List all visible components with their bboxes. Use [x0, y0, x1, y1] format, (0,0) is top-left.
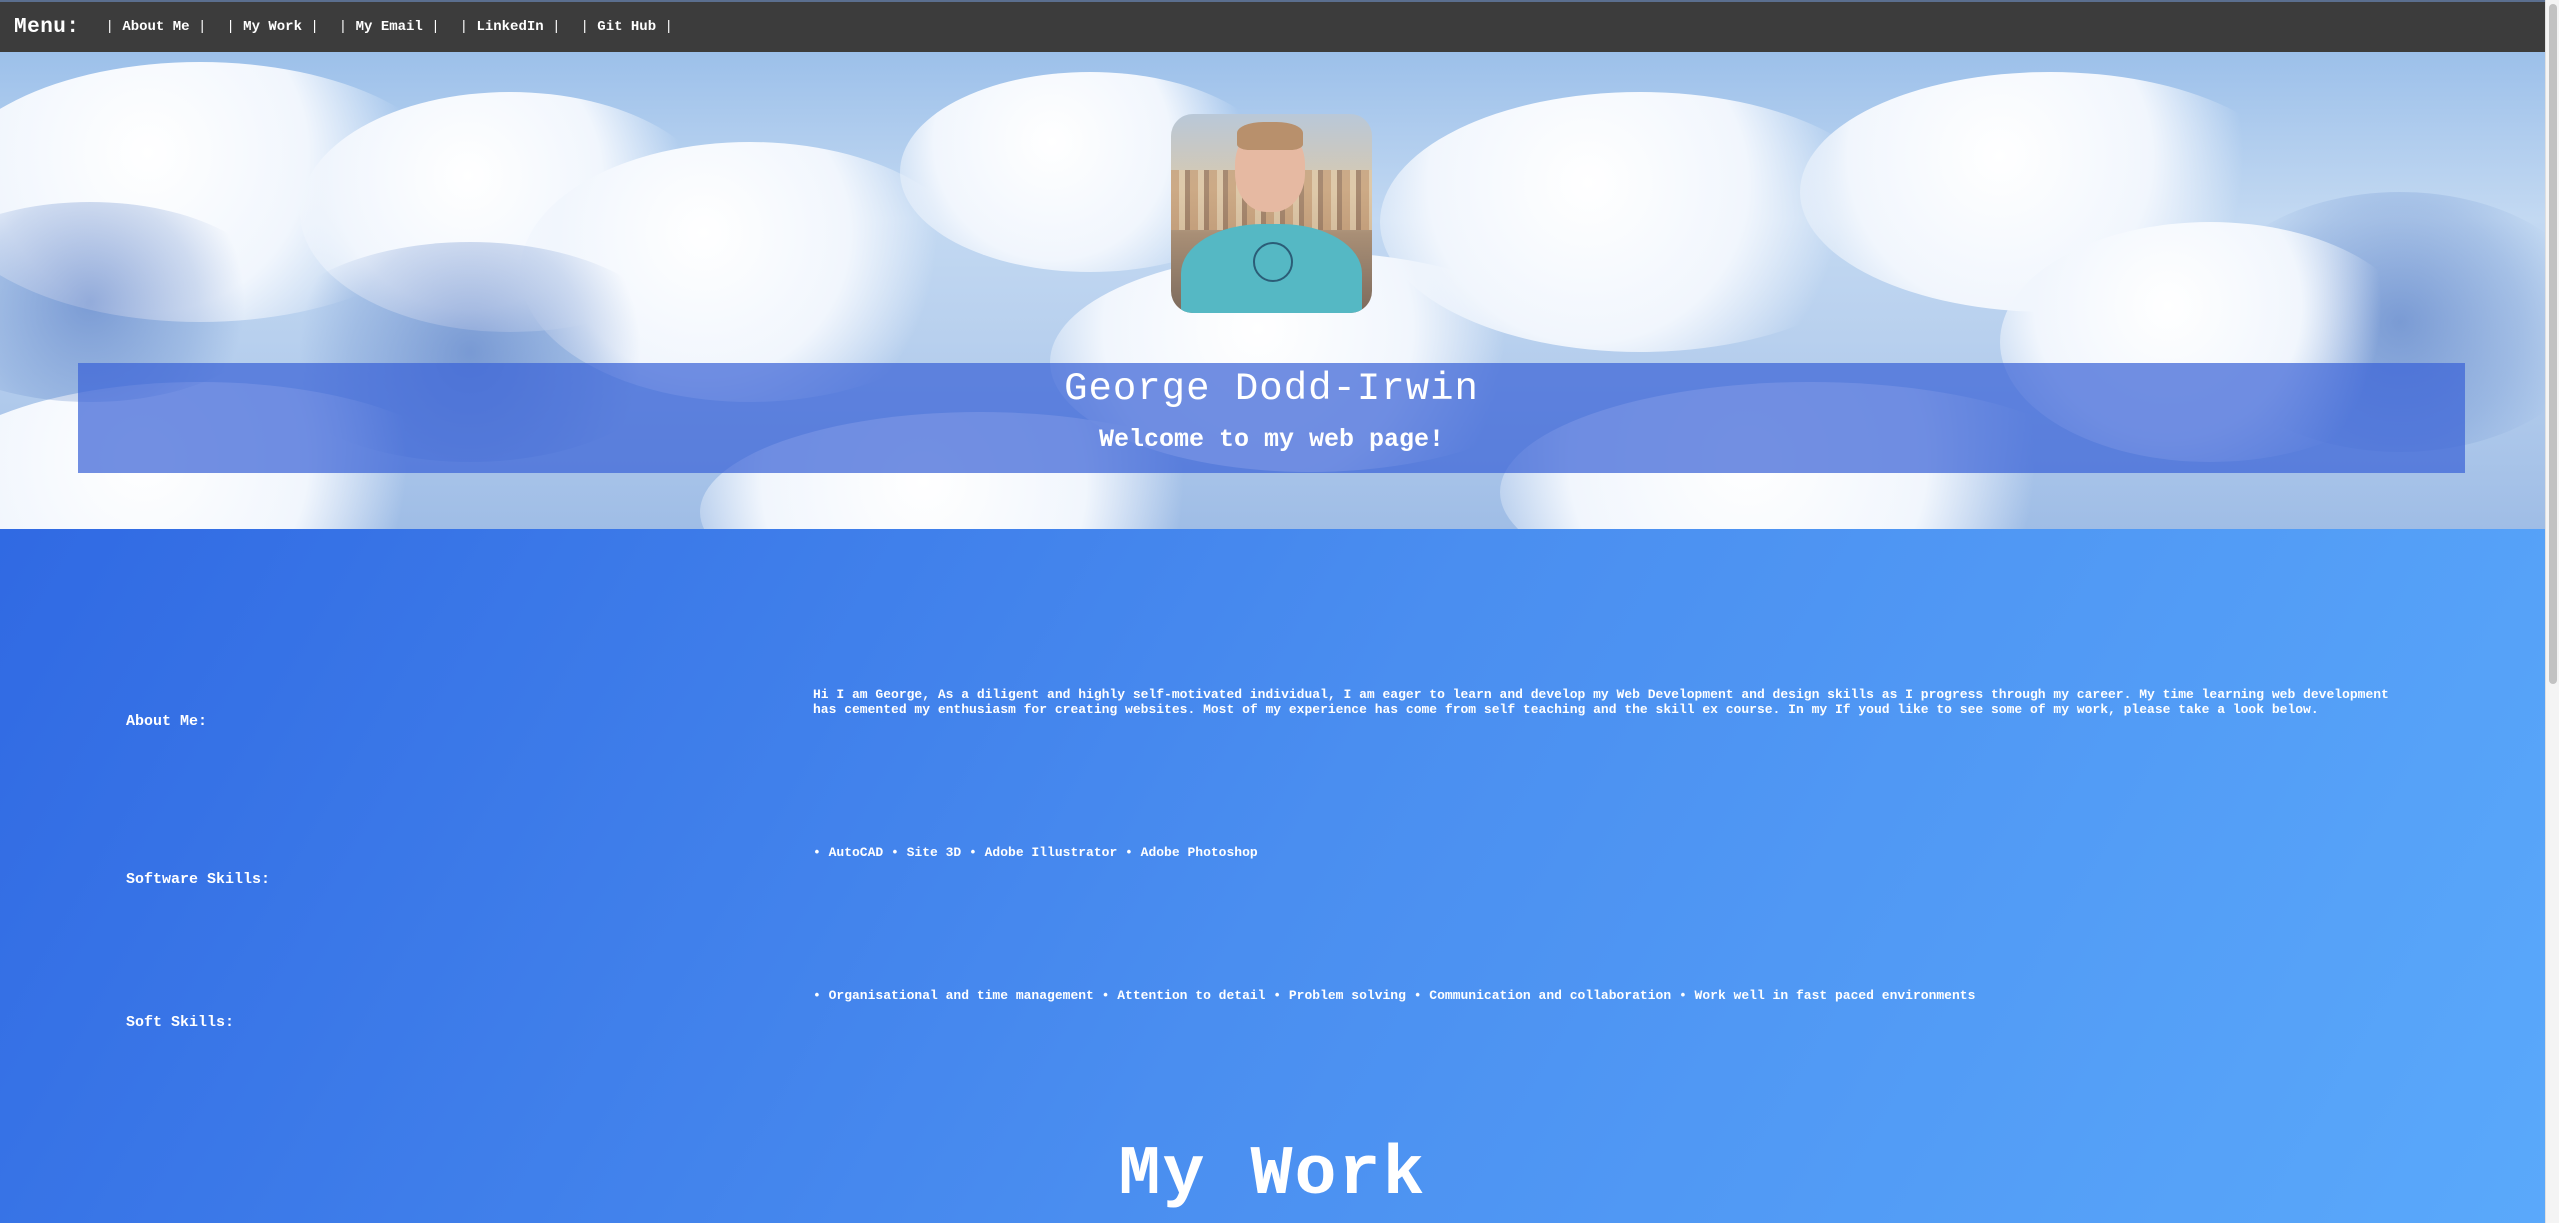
my-work-heading: My Work	[1118, 1136, 1427, 1215]
vertical-scrollbar[interactable]	[2545, 0, 2559, 1223]
about-label: About Me:	[126, 713, 208, 730]
software-skills-label: Software Skills:	[126, 871, 271, 888]
software-skills-text: • AutoCAD • Site 3D • Adobe Illustrator …	[813, 845, 1258, 860]
top-nav: Menu: | About Me | | My Work | | My Emai…	[0, 0, 2545, 52]
hero-banner: George Dodd-Irwin Welcome to my web page…	[78, 363, 2465, 473]
nav-link-linkedin[interactable]: | LinkedIn |	[460, 19, 561, 35]
scrollbar-thumb[interactable]	[2549, 4, 2557, 684]
soft-skills-text: • Organisational and time management • A…	[813, 988, 1976, 1003]
menu-label: Menu:	[14, 15, 80, 39]
nav-link-label: About Me	[122, 19, 190, 35]
page-title: George Dodd-Irwin	[1064, 367, 1479, 411]
profile-photo	[1171, 114, 1372, 313]
nav-link-label: Git Hub	[597, 19, 657, 35]
nav-link-about-me[interactable]: | About Me |	[106, 19, 207, 35]
nav-link-label: My Email	[355, 19, 423, 35]
nav-link-label: LinkedIn	[476, 19, 544, 35]
about-text: Hi I am George, As a diligent and highly…	[813, 687, 2389, 717]
nav-link-label: My Work	[243, 19, 302, 35]
nav-link-my-work[interactable]: | My Work |	[226, 19, 318, 35]
soft-skills-label: Soft Skills:	[126, 1014, 235, 1031]
welcome-subtitle: Welcome to my web page!	[1098, 425, 1445, 454]
nav-link-github[interactable]: | Git Hub |	[580, 19, 672, 35]
hero-section: George Dodd-Irwin Welcome to my web page…	[0, 52, 2545, 529]
nav-link-my-email[interactable]: | My Email |	[339, 19, 440, 35]
